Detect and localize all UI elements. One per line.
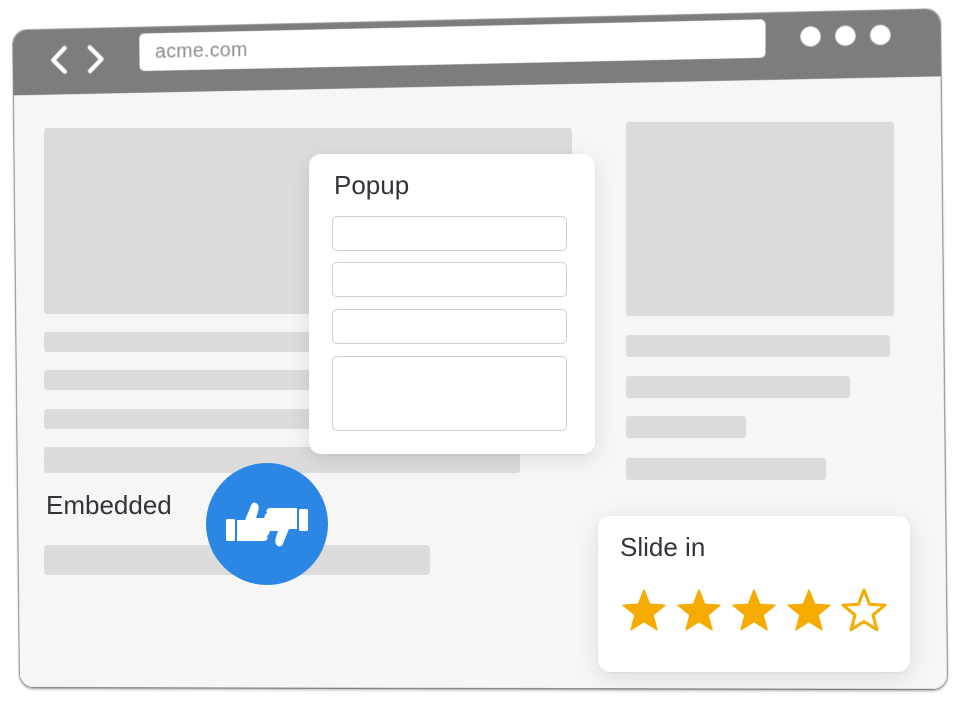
chevron-right-icon[interactable] — [83, 42, 109, 76]
star-filled-icon[interactable] — [785, 587, 833, 635]
popup-input-1[interactable] — [332, 216, 567, 251]
popup-input-3[interactable] — [332, 309, 567, 344]
embedded-label: Embedded — [46, 490, 172, 521]
feedback-widget-button[interactable] — [206, 463, 328, 585]
text-line-placeholder — [44, 370, 312, 390]
chevron-left-icon[interactable] — [46, 43, 72, 77]
text-line-placeholder — [44, 409, 312, 429]
window-dot-2[interactable] — [835, 25, 856, 46]
text-line-placeholder — [626, 376, 850, 398]
text-line-placeholder — [626, 335, 890, 357]
side-image-placeholder — [626, 122, 894, 316]
star-filled-icon[interactable] — [730, 587, 778, 635]
address-bar[interactable]: acme.com — [139, 19, 766, 71]
text-line-placeholder — [44, 332, 312, 352]
thumbs-up-down-icon — [206, 463, 328, 585]
slide-in-title: Slide in — [620, 532, 705, 563]
popup-title: Popup — [334, 170, 409, 201]
window-dot-3[interactable] — [870, 25, 891, 46]
url-text: acme.com — [155, 39, 248, 64]
popup-input-2[interactable] — [332, 262, 567, 297]
star-filled-icon[interactable] — [620, 587, 668, 635]
star-filled-icon[interactable] — [675, 587, 723, 635]
text-line-placeholder — [626, 416, 746, 438]
window-dot-1[interactable] — [800, 26, 821, 47]
popup-textarea[interactable] — [332, 356, 567, 431]
text-line-placeholder — [626, 458, 826, 480]
star-empty-icon[interactable] — [840, 587, 888, 635]
popup-card: Popup — [309, 154, 595, 454]
